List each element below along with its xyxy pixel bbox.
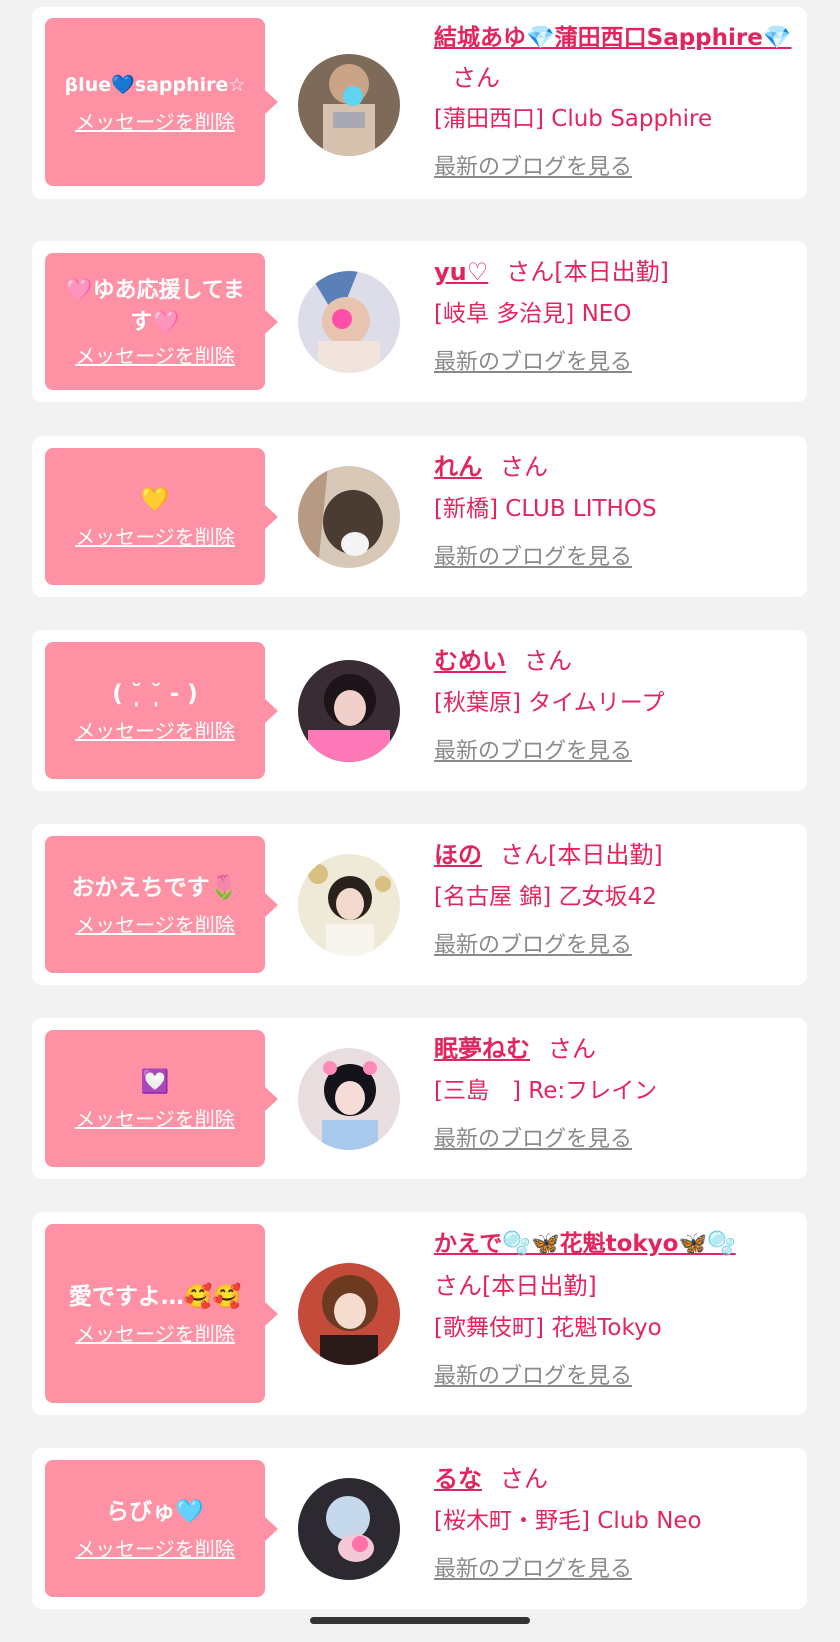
- latest-blog-link[interactable]: 最新のブログを見る: [434, 926, 632, 966]
- honorific: さん: [500, 1465, 548, 1493]
- latest-blog-link[interactable]: 最新のブログを見る: [434, 1120, 632, 1160]
- cast-name-link[interactable]: むめい: [434, 647, 506, 675]
- cast-name-link[interactable]: ほの: [434, 841, 482, 869]
- message-bubble: らびゅ🩵 メッセージを削除: [45, 1460, 278, 1597]
- list-item: 🩷ゆあ応援してます🩷 メッセージを削除 yu♡ さん[本日出勤] [岐阜 多治見]…: [32, 241, 807, 402]
- shop-name: [岐阜 多治見] NEO: [434, 301, 632, 327]
- delete-message-link[interactable]: メッセージを削除: [75, 1106, 235, 1132]
- cast-name-link[interactable]: yu♡: [434, 258, 488, 286]
- cast-info: れん さん [新橋] CLUB LITHOS 最新のブログを見る: [434, 446, 794, 578]
- shop-name: [秋葉原] タイムリープ: [434, 690, 665, 716]
- message-text: 💟: [140, 1068, 170, 1095]
- cast-info: 眠夢ねむ さん [三島 ] Re:フレイン 最新のブログを見る: [434, 1028, 794, 1160]
- list-item: βlue💙sapphire☆ メッセージを削除 結城あゆ💎蒲田西口Sapphir…: [32, 7, 807, 199]
- message-text: らびゅ🩵: [106, 1498, 204, 1525]
- latest-blog-link[interactable]: 最新のブログを見る: [434, 148, 632, 188]
- latest-blog-link[interactable]: 最新のブログを見る: [434, 1357, 632, 1397]
- delete-message-link[interactable]: メッセージを削除: [75, 524, 235, 550]
- attendance-status: [本日出勤]: [554, 258, 669, 286]
- shop-name: [新橋] CLUB LITHOS: [434, 496, 657, 522]
- latest-blog-link[interactable]: 最新のブログを見る: [434, 343, 632, 383]
- cast-name-link[interactable]: れん: [434, 453, 482, 481]
- avatar[interactable]: [298, 1478, 400, 1580]
- message-text: 愛ですよ…🥰🥰: [68, 1283, 242, 1310]
- delete-message-link[interactable]: メッセージを削除: [75, 718, 235, 744]
- avatar[interactable]: [298, 854, 400, 956]
- delete-message-link[interactable]: メッセージを削除: [75, 912, 235, 938]
- cast-info: るな さん [桜木町・野毛] Club Neo 最新のブログを見る: [434, 1458, 794, 1590]
- shop-name: [歌舞伎町] 花魁Tokyo: [434, 1315, 662, 1341]
- cast-info: ほの さん[本日出勤] [名古屋 錦] 乙女坂42 最新のブログを見る: [434, 834, 794, 966]
- avatar[interactable]: [298, 1263, 400, 1365]
- message-bubble: βlue💙sapphire☆ メッセージを削除: [45, 18, 278, 186]
- cast-name-link[interactable]: かえで🫧🦋花魁tokyo🦋🫧: [434, 1231, 736, 1257]
- latest-blog-link[interactable]: 最新のブログを見る: [434, 538, 632, 578]
- delete-message-link[interactable]: メッセージを削除: [75, 343, 235, 369]
- shop-name: [三島 ] Re:フレイン: [434, 1078, 658, 1104]
- message-text: 🩷ゆあ応援してます🩷: [65, 277, 245, 335]
- honorific: さん: [506, 258, 555, 286]
- avatar[interactable]: [298, 271, 400, 373]
- cast-name-link[interactable]: 結城あゆ💎蒲田西口Sapphire💎: [434, 25, 792, 51]
- honorific: さん: [548, 1035, 596, 1063]
- message-text: おかえちです🌷: [71, 874, 239, 901]
- delete-message-link[interactable]: メッセージを削除: [75, 1536, 235, 1562]
- message-text: βlue💙sapphire☆: [64, 74, 246, 96]
- avatar[interactable]: [298, 466, 400, 568]
- cast-info: yu♡ さん[本日出勤] [岐阜 多治見] NEO 最新のブログを見る: [434, 251, 794, 383]
- honorific: さん: [434, 1272, 482, 1300]
- avatar[interactable]: [298, 660, 400, 762]
- message-bubble: おかえちです🌷 メッセージを削除: [45, 836, 278, 973]
- message-bubble: 💟 メッセージを削除: [45, 1030, 278, 1167]
- message-bubble: ( ˘̩̩̩ ˘̩̩̩ - ) メッセージを削除: [45, 642, 278, 779]
- delete-message-link[interactable]: メッセージを削除: [75, 109, 235, 135]
- home-indicator[interactable]: [310, 1617, 530, 1624]
- avatar[interactable]: [298, 1048, 400, 1150]
- cast-info: むめい さん [秋葉原] タイムリープ 最新のブログを見る: [434, 640, 794, 772]
- honorific: さん: [500, 841, 548, 869]
- honorific: さん: [524, 647, 572, 675]
- message-text: ( ˘̩̩̩ ˘̩̩̩ - ): [112, 680, 198, 707]
- message-text: 💛: [140, 486, 170, 513]
- avatar[interactable]: [298, 54, 400, 156]
- shop-name: [桜木町・野毛] Club Neo: [434, 1508, 702, 1534]
- list-item: らびゅ🩵 メッセージを削除 るな さん [桜木町・野毛] Club Neo 最新の…: [32, 1448, 807, 1609]
- list-item: ( ˘̩̩̩ ˘̩̩̩ - ) メッセージを削除 むめい さん [秋葉原] タイム…: [32, 630, 807, 791]
- cast-name-link[interactable]: 眠夢ねむ: [434, 1035, 530, 1063]
- latest-blog-link[interactable]: 最新のブログを見る: [434, 732, 632, 772]
- cast-info: 結城あゆ💎蒲田西口Sapphire💎 さん [蒲田西口] Club Sapphir…: [434, 17, 794, 188]
- message-bubble: 🩷ゆあ応援してます🩷 メッセージを削除: [45, 253, 278, 390]
- latest-blog-link[interactable]: 最新のブログを見る: [434, 1550, 632, 1590]
- list-item: 💟 メッセージを削除 眠夢ねむ さん [三島 ] Re:フレイン 最新のブログを見…: [32, 1018, 807, 1179]
- attendance-status: [本日出勤]: [482, 1272, 597, 1300]
- cast-info: かえで🫧🦋花魁tokyo🦋🫧 さん[本日出勤] [歌舞伎町] 花魁Tokyo 最新…: [434, 1222, 794, 1397]
- honorific: さん: [500, 453, 548, 481]
- list-item: 💛 メッセージを削除 れん さん [新橋] CLUB LITHOS 最新のブログを…: [32, 436, 807, 597]
- message-bubble: 💛 メッセージを削除: [45, 448, 278, 585]
- list-item: おかえちです🌷 メッセージを削除 ほの さん[本日出勤] [名古屋 錦] 乙女坂4…: [32, 824, 807, 985]
- delete-message-link[interactable]: メッセージを削除: [75, 1321, 235, 1347]
- list-item: 愛ですよ…🥰🥰 メッセージを削除 かえで🫧🦋花魁tokyo🦋🫧 さん[本日出勤] …: [32, 1212, 807, 1415]
- cast-name-link[interactable]: るな: [434, 1465, 482, 1493]
- message-bubble: 愛ですよ…🥰🥰 メッセージを削除: [45, 1224, 278, 1403]
- honorific: さん: [452, 64, 500, 92]
- shop-name: [名古屋 錦] 乙女坂42: [434, 884, 657, 910]
- attendance-status: [本日出勤]: [548, 841, 663, 869]
- shop-name: [蒲田西口] Club Sapphire: [434, 106, 713, 132]
